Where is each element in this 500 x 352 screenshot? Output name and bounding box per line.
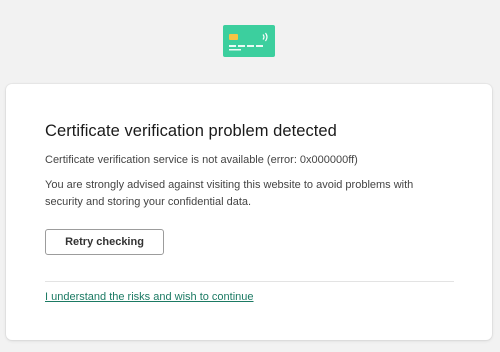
- continue-anyway-link[interactable]: I understand the risks and wish to conti…: [45, 291, 254, 303]
- retry-checking-button[interactable]: Retry checking: [45, 229, 164, 255]
- divider: [45, 281, 454, 282]
- advice-text: You are strongly advised against visitin…: [45, 179, 414, 208]
- warning-panel: Certificate verification problem detecte…: [6, 84, 492, 340]
- page-title: Certificate verification problem detecte…: [45, 122, 337, 140]
- credit-card-icon: [223, 25, 275, 57]
- error-message: Certificate verification service is not …: [45, 154, 358, 166]
